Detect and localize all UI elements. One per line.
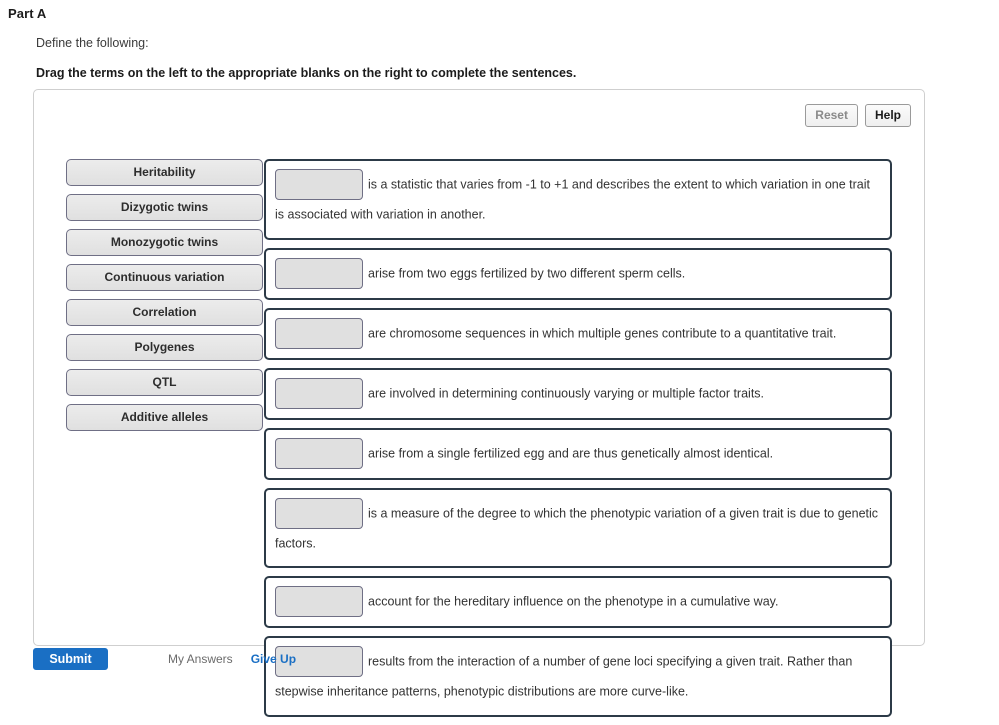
define-prompt: Define the following: <box>36 36 149 50</box>
sentence-text: arise from two eggs fertilized by two di… <box>368 266 686 281</box>
exercise-toolbar: Reset Help <box>805 104 911 127</box>
terms-column: Heritability Dizygotic twins Monozygotic… <box>34 159 264 439</box>
term-chip[interactable]: QTL <box>66 369 263 396</box>
sentence-text: is a statistic that varies from -1 to +1… <box>275 177 870 222</box>
reset-button[interactable]: Reset <box>805 104 858 127</box>
blank-drop-target[interactable] <box>275 377 363 409</box>
term-chip[interactable]: Polygenes <box>66 334 263 361</box>
term-chip[interactable]: Monozygotic twins <box>66 229 263 256</box>
sentences-column: is a statistic that varies from -1 to +1… <box>264 159 924 725</box>
sentence-text: are involved in determining continuously… <box>368 386 765 401</box>
term-chip[interactable]: Correlation <box>66 299 263 326</box>
sentence-row: is a statistic that varies from -1 to +1… <box>264 159 892 240</box>
help-button[interactable]: Help <box>864 104 911 127</box>
blank-drop-target[interactable] <box>275 497 363 529</box>
sentence-text: is a measure of the degree to which the … <box>275 506 879 551</box>
sentence-row: are involved in determining continuously… <box>264 367 892 420</box>
sentence-row: account for the hereditary influence on … <box>264 576 892 629</box>
give-up-link[interactable]: Give Up <box>251 648 296 670</box>
term-chip[interactable]: Additive alleles <box>66 404 263 431</box>
blank-drop-target[interactable] <box>275 257 363 289</box>
sentence-row: arise from two eggs fertilized by two di… <box>264 247 892 300</box>
blank-drop-target[interactable] <box>275 437 363 469</box>
prompt-block: Define the following: Drag the terms on … <box>36 36 999 80</box>
action-bar: Submit My Answers Give Up <box>33 648 925 678</box>
sentence-row: is a measure of the degree to which the … <box>264 487 892 569</box>
term-chip[interactable]: Heritability <box>66 159 263 186</box>
term-chip[interactable]: Dizygotic twins <box>66 194 263 221</box>
sentence-text: are chromosome sequences in which multip… <box>368 326 837 341</box>
drag-drop-workspace: Heritability Dizygotic twins Monozygotic… <box>34 159 924 725</box>
sentence-text: arise from a single fertilized egg and a… <box>368 446 774 461</box>
term-chip[interactable]: Continuous variation <box>66 264 263 291</box>
part-a-header: Part A Define the following: Drag the te… <box>0 6 999 80</box>
blank-drop-target[interactable] <box>275 169 363 200</box>
sentence-row: arise from a single fertilized egg and a… <box>264 427 892 480</box>
exercise-panel: Reset Help Heritability Dizygotic twins … <box>33 89 925 718</box>
blank-drop-target[interactable] <box>275 586 363 618</box>
sentence-text: account for the hereditary influence on … <box>368 594 779 609</box>
sentence-row: are chromosome sequences in which multip… <box>264 307 892 360</box>
my-answers-link[interactable]: My Answers <box>168 648 233 670</box>
page-title: Part A <box>8 6 47 21</box>
blank-drop-target[interactable] <box>275 317 363 349</box>
drag-instruction: Drag the terms on the left to the approp… <box>36 66 577 80</box>
submit-button[interactable]: Submit <box>33 648 108 670</box>
